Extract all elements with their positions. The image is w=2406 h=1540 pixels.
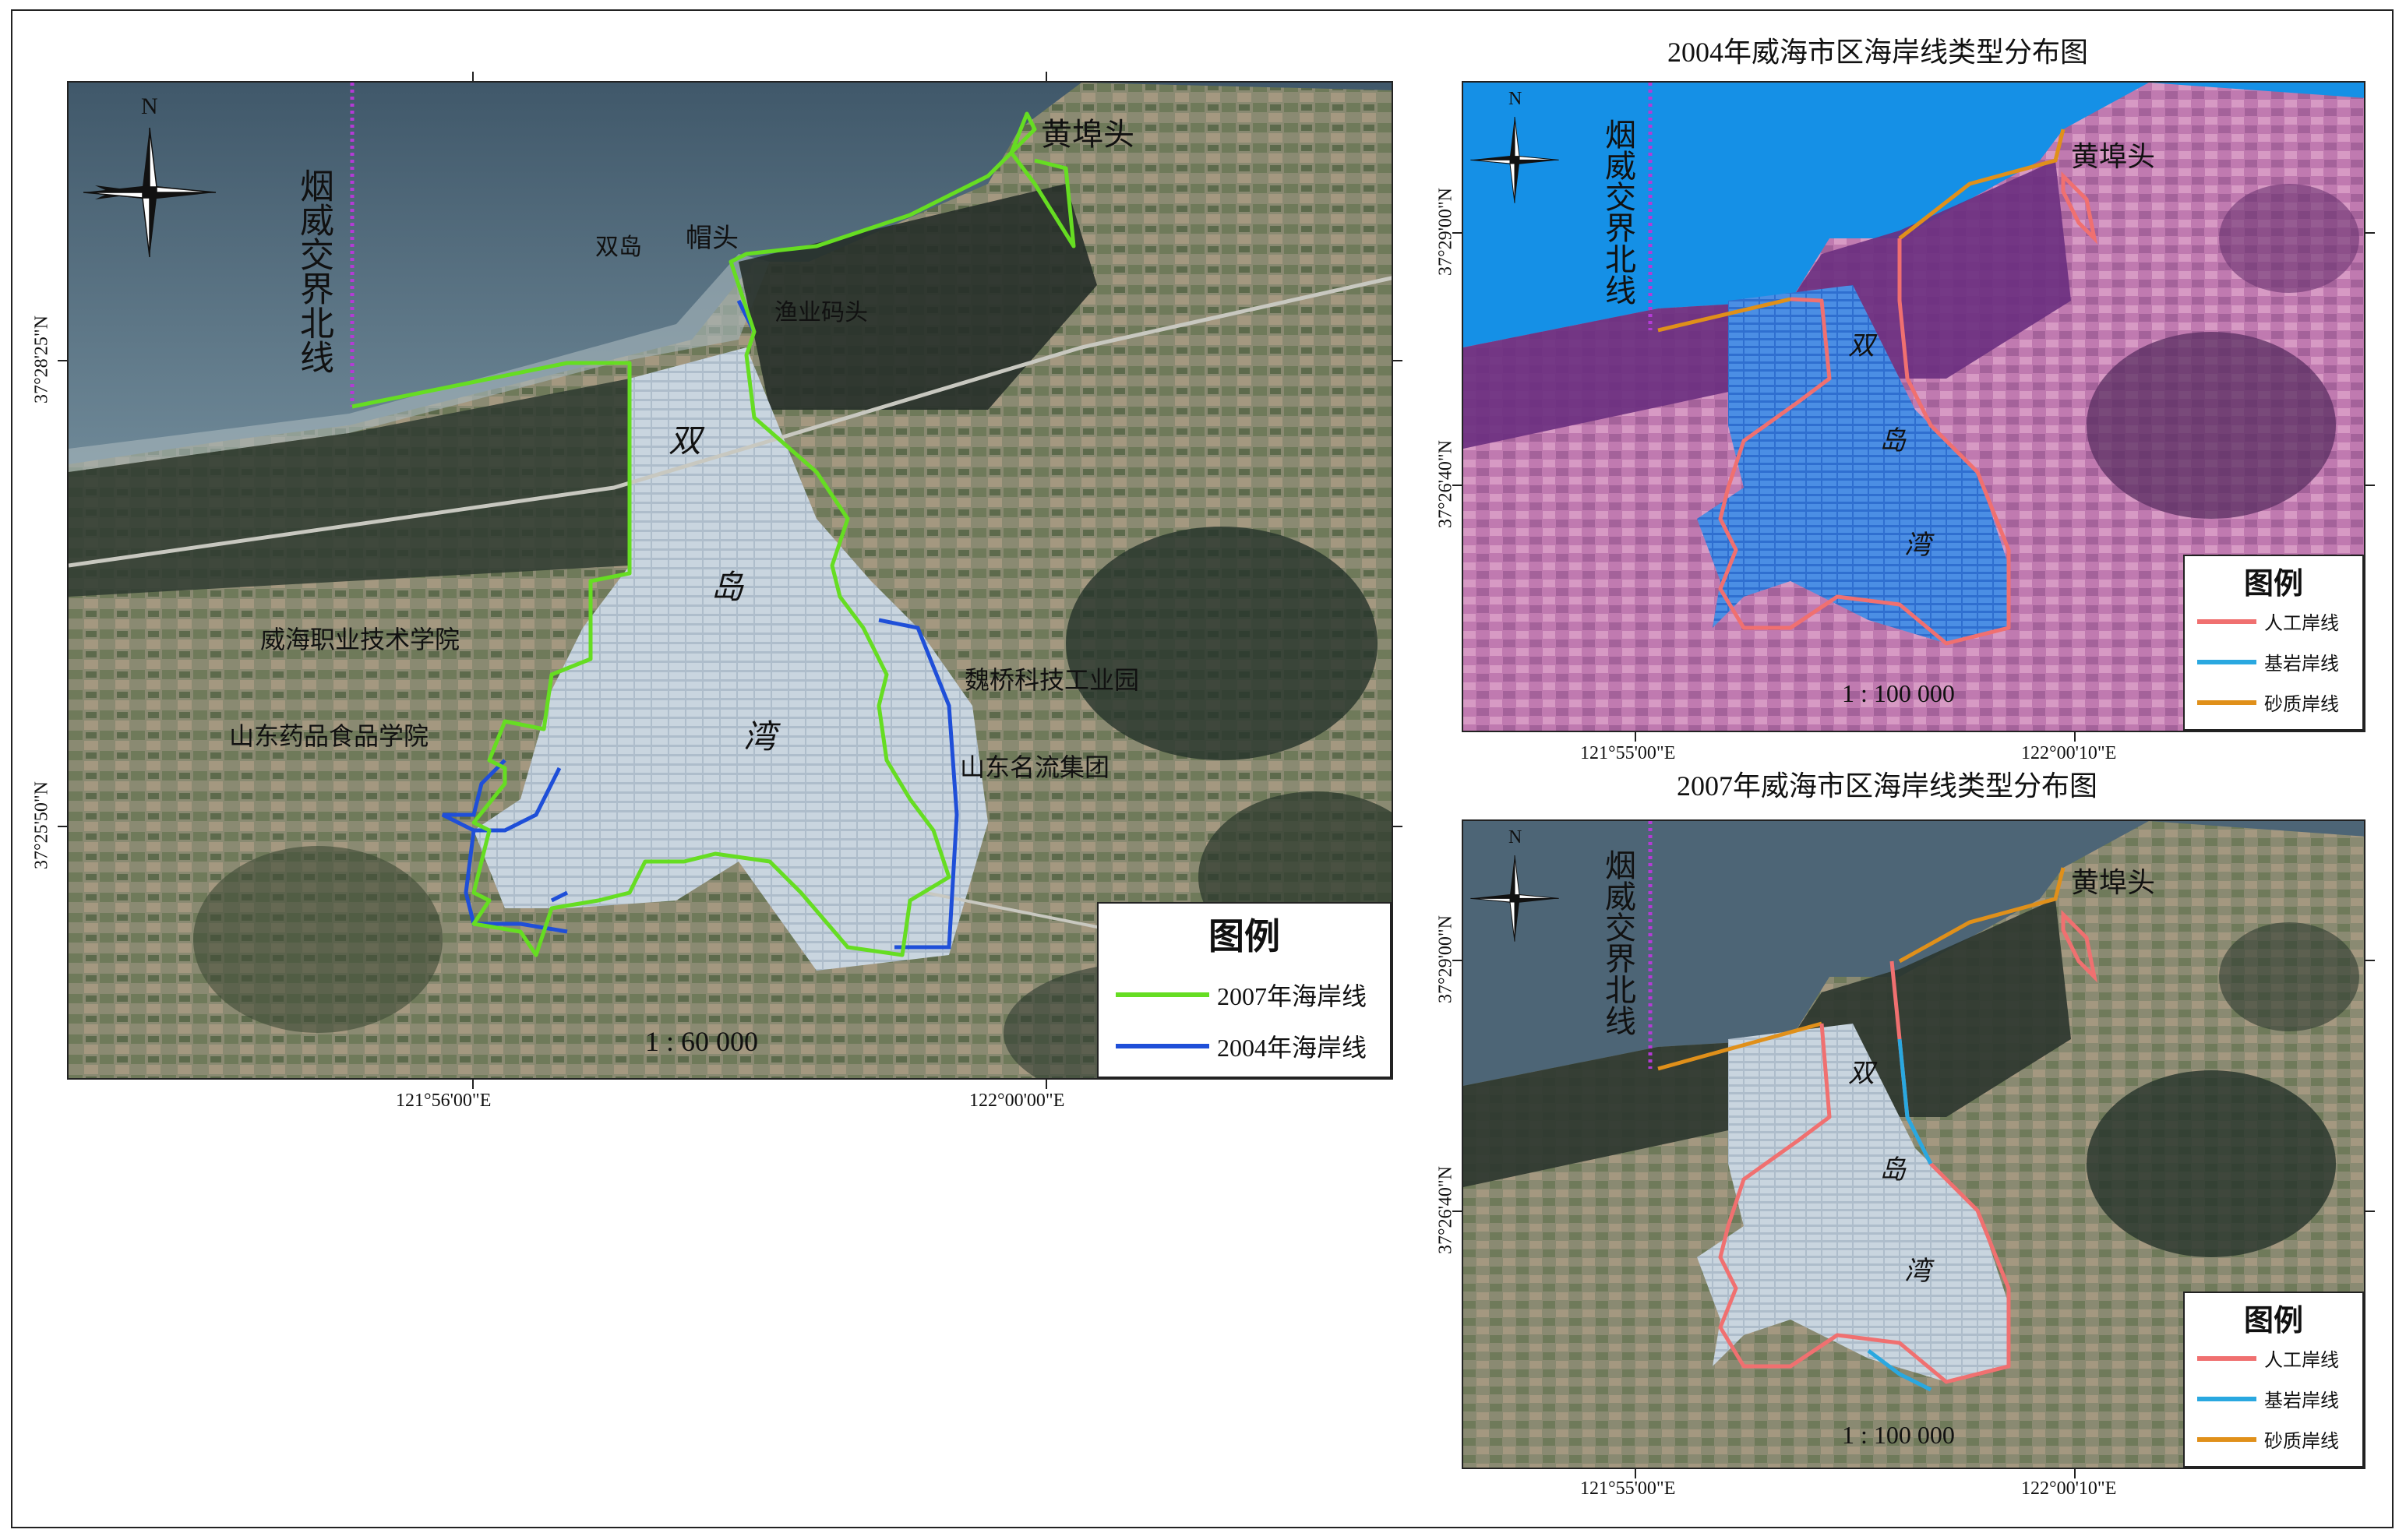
map-2004-lat-label-1: 37°29'00"N <box>1435 187 1456 277</box>
map-2007: N 烟威交界北线 黄埠头 双 岛 湾 1 : 100 000 图例 人工岸线 基… <box>1462 819 2365 1469</box>
legend-swatch-2004 <box>1116 1044 1209 1048</box>
label-bay-char-1: 双 <box>669 424 702 460</box>
main-lon-label-1: 121°56'00"E <box>396 1091 492 1111</box>
label-bay-char-2: 岛 <box>711 570 744 606</box>
map-2007-lat-label-1: 37°29'00"N <box>1435 914 1456 1004</box>
legend-label-bedrock: 基岩岸线 <box>2264 1391 2339 1411</box>
label-yuye-matou: 渔业码头 <box>774 300 868 326</box>
main-tick-left-2 <box>58 826 67 827</box>
legend-item-sandy: 砂质岸线 <box>2197 1425 2339 1453</box>
map-2004-tick-right-2 <box>2365 485 2375 486</box>
map-2004-lon-label-1: 121°55'00"E <box>1580 743 1676 763</box>
boundary-label: 烟威交界北线 <box>295 168 333 374</box>
label-bay-char-1: 双 <box>1848 332 1875 361</box>
legend-swatch-sandy <box>2197 1436 2256 1442</box>
map-2007-lon-label-2: 122°00'10"E <box>2021 1478 2117 1499</box>
legend-label-bedrock: 基岩岸线 <box>2264 654 2339 675</box>
legend-title: 图例 <box>1208 917 1280 957</box>
main-tick-left-1 <box>58 360 67 361</box>
legend-item-sandy: 砂质岸线 <box>2197 689 2339 716</box>
legend-label-2004: 2004年海岸线 <box>1217 1034 1367 1062</box>
legend-2007: 图例 人工岸线 基岩岸线 砂质岸线 <box>2183 1292 2364 1468</box>
main-tick-right-2 <box>1393 826 1402 827</box>
map-2007-tick-right-2 <box>2365 1211 2375 1212</box>
legend-item-bedrock: 基岩岸线 <box>2197 648 2339 675</box>
scale-label: 1 : 100 000 <box>1842 679 1955 707</box>
legend-label-artificial: 人工岸线 <box>2264 1351 2339 1371</box>
legend-swatch-bedrock <box>2197 1396 2256 1401</box>
legend-swatch-artificial <box>2197 1355 2256 1361</box>
main-lat-label-1: 37°28'25"N <box>31 315 52 404</box>
map-2004: N 烟威交界北线 黄埠头 双 岛 湾 1 : 100 000 图例 人工岸线 基… <box>1462 81 2365 732</box>
map-2004-title: 2004年威海市区海岸线类型分布图 <box>1667 37 2089 68</box>
main-tick-top-2 <box>1046 72 1047 81</box>
map-2004-tick-bot-2 <box>2074 732 2076 742</box>
label-zhiye-xueyuan: 威海职业技术学院 <box>260 626 460 654</box>
label-yaopin-xueyuan: 山东药品食品学院 <box>229 722 429 750</box>
north-arrow-icon <box>1470 116 1559 203</box>
legend-swatch-2007 <box>1116 992 1209 997</box>
legend-swatch-sandy <box>2197 700 2256 705</box>
north-arrow-icon <box>1470 855 1559 942</box>
main-tick-right-1 <box>1393 360 1402 361</box>
map-2004-lat-label-2: 37°26'40"N <box>1435 439 1456 529</box>
main-lon-label-2: 122°00'00"E <box>969 1091 1065 1111</box>
legend-2004: 图例 人工岸线 基岩岸线 砂质岸线 <box>2183 555 2364 731</box>
map-2007-title: 2007年威海市区海岸线类型分布图 <box>1677 770 2098 802</box>
legend-swatch-bedrock <box>2197 659 2256 664</box>
legend-item-bedrock: 基岩岸线 <box>2197 1385 2339 1412</box>
main-legend: 图例 2007年海岸线 2004年海岸线 <box>1097 902 1392 1078</box>
main-tick-bot-2 <box>1046 1080 1047 1089</box>
legend-item-artificial: 人工岸线 <box>2197 1344 2339 1372</box>
legend-item-2004: 2004年海岸线 <box>1116 1028 1367 1064</box>
main-tick-bot-1 <box>472 1080 474 1089</box>
label-bay-char-3: 湾 <box>743 720 777 756</box>
north-label: N <box>141 93 158 119</box>
main-tick-top-1 <box>472 72 474 81</box>
label-mingliu: 山东名流集团 <box>960 753 1110 781</box>
label-weiqiao: 魏桥科技工业园 <box>965 666 1140 694</box>
label-huangbutou: 黄埠头 <box>2071 867 2156 898</box>
map-2007-lat-label-2: 37°26'40"N <box>1435 1165 1456 1255</box>
legend-title: 图例 <box>2243 568 2303 601</box>
label-huangbutou: 黄埠头 <box>1041 117 1134 152</box>
legend-label-artificial: 人工岸线 <box>2264 614 2339 634</box>
legend-label-2007: 2007年海岸线 <box>1217 982 1367 1010</box>
north-label: N <box>1508 89 1522 109</box>
legend-item-artificial: 人工岸线 <box>2197 608 2339 635</box>
label-bay-char-2: 岛 <box>1879 1156 1906 1185</box>
map-2004-lon-label-2: 122°00'10"E <box>2021 743 2117 763</box>
legend-label-sandy: 砂质岸线 <box>2264 1432 2339 1452</box>
label-bay-char-1: 双 <box>1848 1059 1875 1088</box>
map-2007-tick-bot-1 <box>1635 1469 1636 1478</box>
label-shuangdao: 双岛 <box>595 234 642 260</box>
label-bay-char-2: 岛 <box>1879 427 1906 456</box>
map-2004-tick-bot-1 <box>1635 732 1636 742</box>
label-bay-char-3: 湾 <box>1904 531 1931 560</box>
main-lat-label-2: 37°25'50"N <box>31 781 52 870</box>
legend-label-sandy: 砂质岸线 <box>2264 695 2339 715</box>
legend-swatch-artificial <box>2197 618 2256 624</box>
map-2007-tick-right-1 <box>2365 960 2375 961</box>
label-maotou: 帽头 <box>686 224 739 253</box>
map-2007-lon-label-1: 121°55'00"E <box>1580 1478 1676 1499</box>
map-2004-tick-right-1 <box>2365 232 2375 234</box>
legend-item-2007: 2007年海岸线 <box>1116 977 1367 1013</box>
scale-label: 1 : 100 000 <box>1842 1421 1955 1449</box>
legend-title: 图例 <box>2243 1305 2303 1337</box>
main-map: N 烟威交界北线 黄埠头 双岛 帽头 渔业码头 威海职业技术学院 山东药品食品学… <box>67 81 1393 1080</box>
label-bay-char-3: 湾 <box>1904 1257 1931 1286</box>
label-huangbutou: 黄埠头 <box>2071 141 2156 172</box>
boundary-label: 烟威交界北线 <box>1600 849 1635 1036</box>
scale-label: 1 : 60 000 <box>645 1026 759 1057</box>
map-2007-tick-bot-2 <box>2074 1469 2076 1478</box>
boundary-label: 烟威交界北线 <box>1600 118 1635 305</box>
north-label: N <box>1508 827 1522 848</box>
